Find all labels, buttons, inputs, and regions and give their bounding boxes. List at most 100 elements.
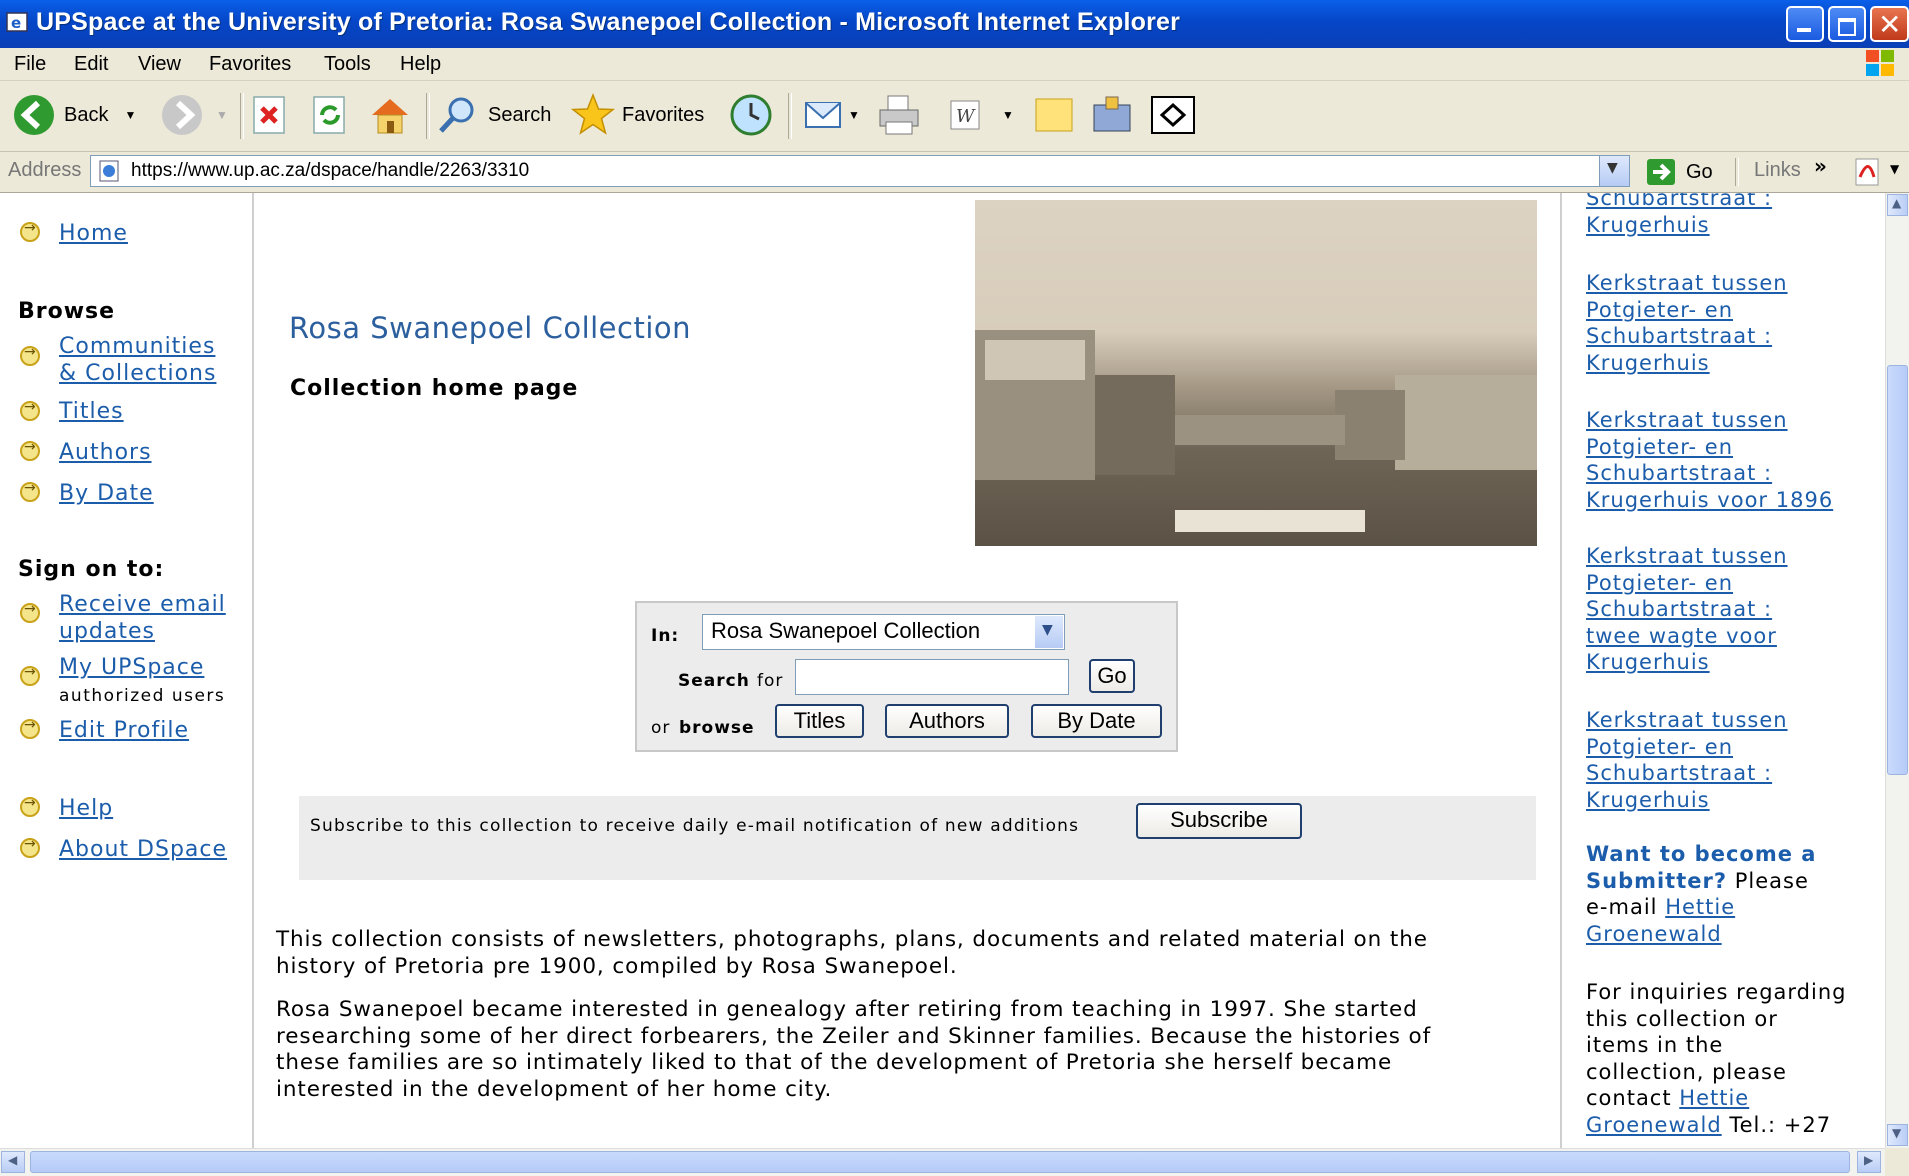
- browse-titles-button[interactable]: Titles: [775, 704, 864, 738]
- description-line: these families are so intimately liked t…: [276, 1050, 1393, 1075]
- subscribe-button[interactable]: Subscribe: [1136, 803, 1302, 839]
- edit-button[interactable]: W ▼: [948, 91, 1014, 139]
- forward-button[interactable]: ▼: [160, 91, 228, 139]
- favorites-button[interactable]: Favorites: [570, 91, 704, 139]
- minimize-button[interactable]: [1786, 6, 1824, 42]
- recent-item-link[interactable]: Kerkstraat tussen Potgieter- en Schubart…: [1586, 707, 1876, 813]
- recent-item-line: Krugerhuis: [1586, 350, 1710, 375]
- menu-file[interactable]: File: [14, 53, 46, 76]
- inquiry-line: collection, please: [1586, 1059, 1787, 1084]
- nav-my-upspace-link[interactable]: My UPSpace: [59, 654, 204, 681]
- recent-item-line: Kerkstraat tussen: [1586, 408, 1788, 432]
- stop-button[interactable]: [252, 91, 288, 139]
- internet-explorer-icon: e: [6, 12, 28, 32]
- menu-favorites[interactable]: Favorites: [209, 53, 291, 76]
- nav-communities-link[interactable]: Communities & Collections: [59, 333, 216, 387]
- inquiry-contact-last-link[interactable]: Groenewald: [1586, 1113, 1722, 1137]
- nav-help-link[interactable]: Help: [59, 795, 113, 822]
- address-dropdown-button[interactable]: ▼: [1599, 156, 1629, 186]
- go-button[interactable]: Go: [1646, 157, 1713, 187]
- nav-by-date-link[interactable]: By Date: [59, 480, 154, 507]
- scroll-thumb[interactable]: [1887, 365, 1908, 775]
- scrollbar-corner: [1885, 1148, 1909, 1175]
- recent-item-link[interactable]: Schubartstraat : Krugerhuis: [1586, 193, 1876, 238]
- scroll-up-button[interactable]: ▲: [1887, 194, 1908, 216]
- address-label: Address: [8, 159, 82, 181]
- nav-receive-email-link[interactable]: Receive email updates: [59, 591, 226, 645]
- note-button[interactable]: [1032, 91, 1076, 139]
- home-button[interactable]: [368, 91, 412, 139]
- search-label: Search: [488, 103, 552, 126]
- recent-item-line: twee wagte voor: [1586, 623, 1777, 648]
- close-button[interactable]: ✕: [1870, 6, 1909, 42]
- inquiry-contact-first-link[interactable]: Hettie: [1679, 1086, 1749, 1110]
- search-go-button[interactable]: Go: [1089, 659, 1135, 693]
- links-label[interactable]: Links: [1754, 159, 1801, 182]
- address-input[interactable]: https://www.up.ac.za/dspace/handle/2263/…: [90, 155, 1630, 187]
- recent-item-link[interactable]: Kerkstraat tussen Potgieter- en Schubart…: [1586, 407, 1876, 513]
- arrow-bullet-icon: [20, 836, 40, 858]
- arrow-bullet-icon: [20, 480, 40, 502]
- research-button[interactable]: [1090, 91, 1134, 139]
- horizontal-scrollbar[interactable]: ◀ ▶: [0, 1148, 1885, 1176]
- contact-first-name-link[interactable]: Hettie: [1665, 895, 1735, 919]
- browse-heading: Browse: [18, 299, 116, 324]
- acrobat-icon: [1855, 158, 1879, 186]
- edit-dropdown-icon[interactable]: ▼: [1002, 108, 1014, 122]
- refresh-button[interactable]: [312, 91, 348, 139]
- recent-item-line: Krugerhuis: [1586, 212, 1710, 237]
- recent-item-line: Kerkstraat tussen: [1586, 708, 1788, 732]
- messenger-button[interactable]: [1150, 91, 1196, 139]
- nav-about-link[interactable]: About DSpace: [59, 836, 227, 863]
- arrow-bullet-icon: [20, 220, 40, 242]
- menu-edit[interactable]: Edit: [74, 53, 108, 76]
- browse-authors-button[interactable]: Authors: [885, 704, 1009, 738]
- links-expand-icon[interactable]: »: [1814, 154, 1827, 178]
- inquiry-line: items in the: [1586, 1033, 1724, 1057]
- recent-item-line: Potgieter- en: [1586, 297, 1734, 322]
- search-query-input[interactable]: [795, 659, 1069, 695]
- nav-titles-link[interactable]: Titles: [59, 398, 124, 425]
- recent-item-line: Kerkstraat tussen: [1586, 271, 1788, 295]
- contact-last-name-link[interactable]: Groenewald: [1586, 922, 1722, 946]
- chevron-down-icon: ▼: [1042, 622, 1053, 638]
- scope-select[interactable]: Rosa Swanepoel Collection ▼: [702, 614, 1065, 650]
- recent-item-link[interactable]: Kerkstraat tussen Potgieter- en Schubart…: [1586, 543, 1876, 676]
- nav-home-link[interactable]: Home: [59, 220, 128, 247]
- arrow-bullet-icon: [20, 439, 40, 461]
- search-panel: In: Rosa Swanepoel Collection ▼ Search f…: [635, 601, 1178, 752]
- inquiry-block: For inquiries regarding this collection …: [1586, 979, 1876, 1138]
- vertical-scrollbar[interactable]: ▲ ▼: [1885, 193, 1909, 1148]
- menu-view[interactable]: View: [138, 53, 181, 76]
- forward-dropdown-icon[interactable]: ▼: [216, 108, 228, 122]
- recent-item-line: Potgieter- en: [1586, 434, 1734, 459]
- description-line: researching some of her direct forbearer…: [276, 1023, 1432, 1049]
- scroll-down-button[interactable]: ▼: [1887, 1124, 1908, 1146]
- recent-item-link[interactable]: Kerkstraat tussen Potgieter- en Schubart…: [1586, 270, 1876, 376]
- mail-dropdown-icon[interactable]: ▼: [848, 108, 860, 122]
- menu-tools[interactable]: Tools: [324, 53, 371, 76]
- print-button[interactable]: [876, 91, 922, 139]
- home-icon: [372, 99, 408, 134]
- history-button[interactable]: [728, 91, 774, 139]
- mail-button[interactable]: ▼: [802, 91, 860, 139]
- scope-dropdown-button[interactable]: ▼: [1035, 616, 1063, 648]
- menu-bar: File Edit View Favorites Tools Help: [0, 48, 1909, 81]
- svg-text:W: W: [956, 106, 976, 127]
- acrobat-dropdown-icon[interactable]: ▼: [1890, 162, 1899, 176]
- restore-button[interactable]: [1828, 6, 1866, 42]
- go-label: Go: [1686, 160, 1713, 183]
- back-button[interactable]: Back ▼: [12, 91, 136, 139]
- back-dropdown-icon[interactable]: ▼: [124, 108, 136, 122]
- acrobat-button[interactable]: ▼: [1852, 157, 1904, 187]
- menu-help[interactable]: Help: [400, 53, 441, 76]
- horizontal-scroll-thumb[interactable]: [30, 1151, 1850, 1173]
- search-button[interactable]: Search: [436, 91, 551, 139]
- scroll-left-button[interactable]: ◀: [1, 1151, 25, 1173]
- recent-submissions-column: Schubartstraat : Krugerhuis Kerkstraat t…: [1560, 193, 1885, 1148]
- scroll-right-button[interactable]: ▶: [1857, 1151, 1881, 1173]
- nav-edit-profile-link[interactable]: Edit Profile: [59, 717, 189, 744]
- nav-authors-link[interactable]: Authors: [59, 439, 152, 466]
- chevron-left-icon: ◀: [8, 1153, 18, 1167]
- browse-by-date-button[interactable]: By Date: [1031, 704, 1162, 738]
